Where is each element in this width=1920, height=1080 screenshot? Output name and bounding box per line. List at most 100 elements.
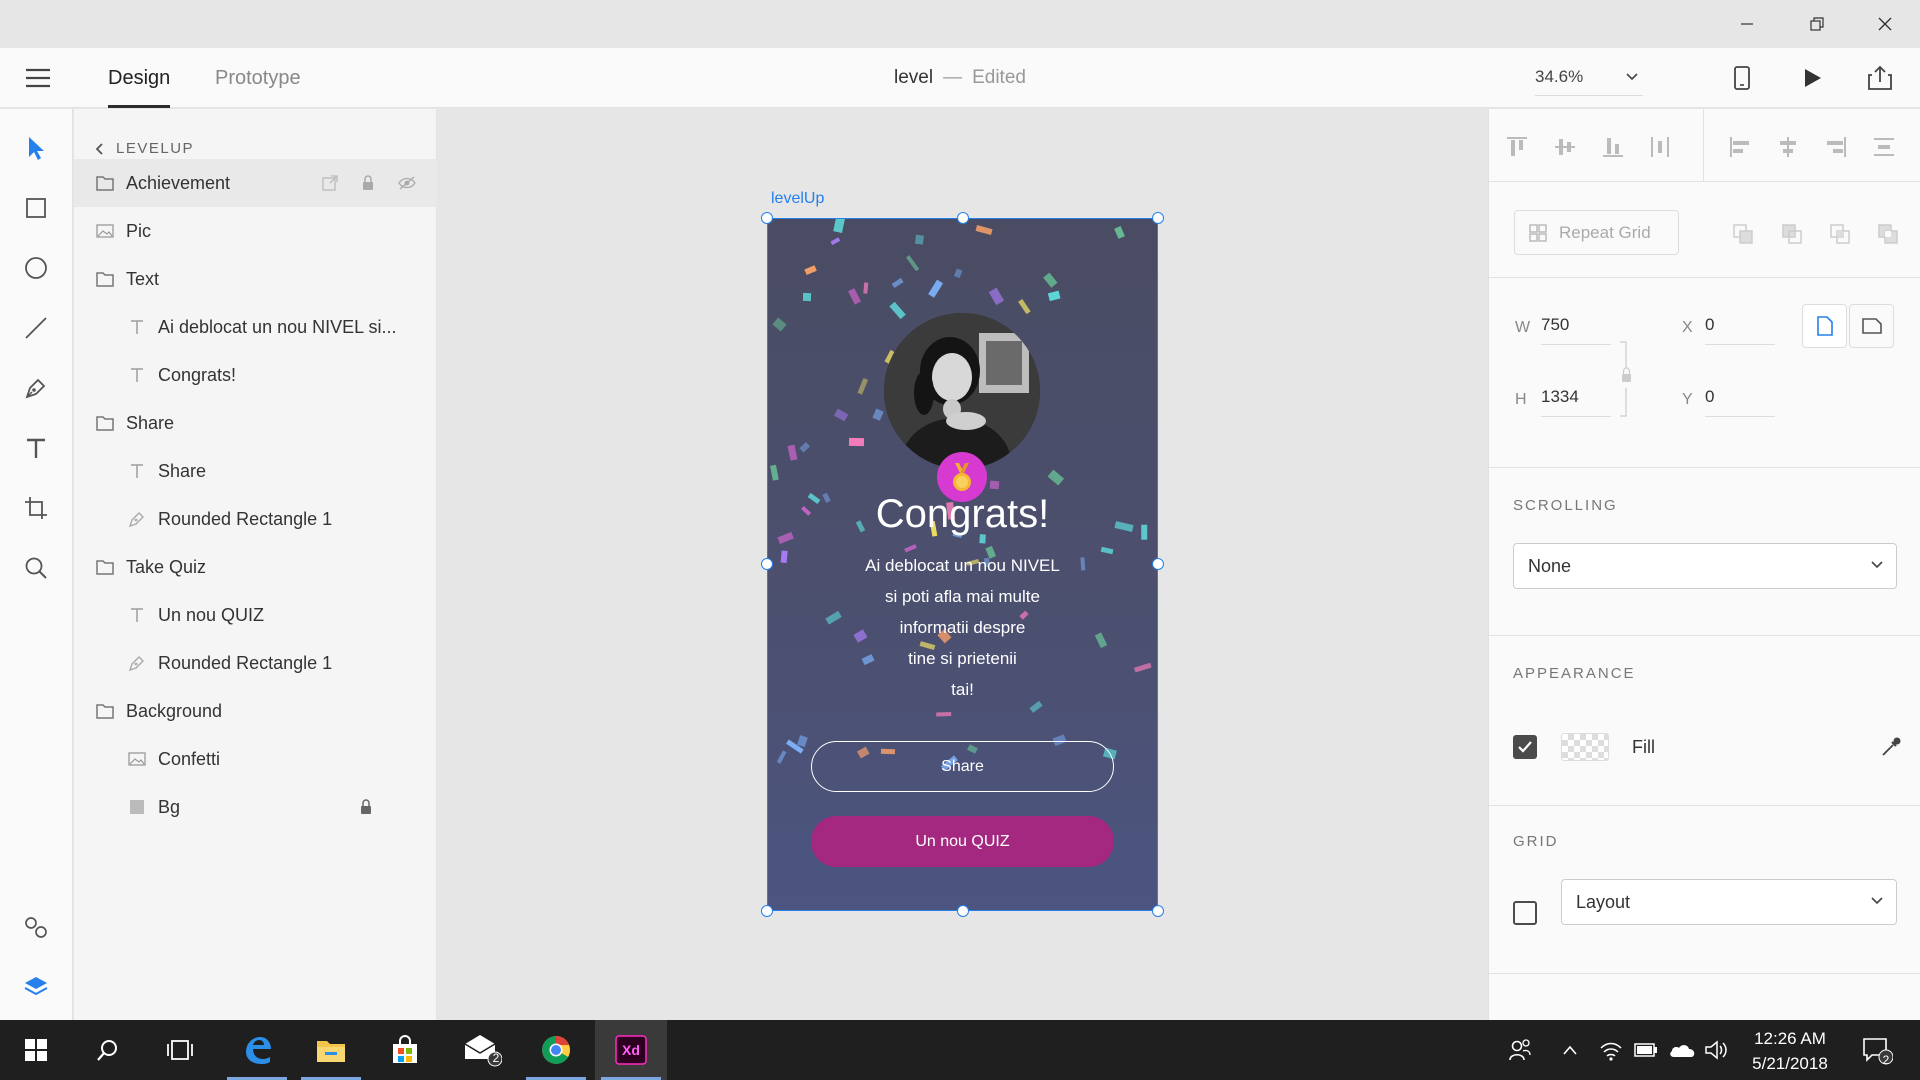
pen-tool-icon[interactable] (20, 372, 52, 404)
landscape-orientation-icon[interactable] (1849, 304, 1894, 348)
adobe-xd-icon[interactable]: Xd (595, 1020, 667, 1080)
layer-item[interactable]: Text (74, 255, 437, 303)
resize-handle[interactable] (1152, 558, 1164, 570)
layer-item[interactable]: Achievement (74, 159, 437, 207)
fill-checkbox[interactable] (1513, 735, 1537, 759)
align-left-icon[interactable] (1726, 133, 1754, 161)
distribute-horizontal-icon[interactable] (1646, 133, 1674, 161)
boolean-add-icon[interactable] (1730, 221, 1756, 247)
battery-icon[interactable] (1630, 1020, 1662, 1080)
x-field[interactable]: 0 (1705, 315, 1775, 345)
layer-item[interactable]: Background (74, 687, 437, 735)
resize-handle[interactable] (761, 212, 773, 224)
close-button[interactable] (1850, 0, 1920, 48)
grid-section-title: GRID (1513, 833, 1559, 850)
repeat-grid-button[interactable]: Repeat Grid (1514, 210, 1679, 255)
boolean-intersect-icon[interactable] (1827, 221, 1853, 247)
confetti-piece (989, 287, 1005, 305)
layers-breadcrumb[interactable]: LEVELUP (94, 140, 194, 157)
resize-handle[interactable] (1152, 905, 1164, 917)
grid-type-dropdown[interactable]: Layout (1561, 879, 1897, 925)
boolean-subtract-icon[interactable] (1779, 221, 1805, 247)
layer-item-label: Background (126, 700, 223, 721)
layer-item[interactable]: Congrats! (74, 351, 437, 399)
layer-item[interactable]: Rounded Rectangle 1 (74, 495, 437, 543)
resize-handle[interactable] (1152, 212, 1164, 224)
mark-for-export-icon[interactable] (321, 174, 339, 192)
layer-item[interactable]: Confetti (74, 735, 437, 783)
people-icon[interactable] (1502, 1020, 1538, 1080)
boolean-exclude-icon[interactable] (1875, 221, 1901, 247)
width-field[interactable]: 750 (1541, 315, 1611, 345)
zoom-tool-icon[interactable] (20, 552, 52, 584)
align-bottom-icon[interactable] (1599, 133, 1627, 161)
rectangle-tool-icon[interactable] (20, 192, 52, 224)
artboard-name[interactable]: levelUp (771, 190, 824, 208)
edge-browser-icon[interactable] (221, 1020, 293, 1080)
layer-item[interactable]: Take Quiz (74, 543, 437, 591)
device-preview-icon[interactable] (1726, 62, 1758, 94)
search-icon[interactable] (72, 1020, 144, 1080)
layer-item[interactable]: Share (74, 447, 437, 495)
eyedropper-icon[interactable] (1879, 735, 1903, 759)
store-icon[interactable] (369, 1020, 441, 1080)
distribute-vertical-icon[interactable] (1870, 133, 1898, 161)
layer-item[interactable]: Un nou QUIZ (74, 591, 437, 639)
resize-handle[interactable] (957, 905, 969, 917)
mail-icon[interactable]: 2 (446, 1020, 518, 1080)
assets-icon[interactable] (20, 911, 52, 943)
file-explorer-icon[interactable] (295, 1020, 367, 1080)
task-view-icon[interactable] (144, 1020, 216, 1080)
line-tool-icon[interactable] (20, 312, 52, 344)
portrait-orientation-icon[interactable] (1802, 304, 1847, 348)
resize-handle[interactable] (957, 212, 969, 224)
align-middle-icon[interactable] (1551, 133, 1579, 161)
folder-icon (94, 268, 116, 290)
layer-actions (321, 159, 417, 207)
select-tool-icon[interactable] (20, 132, 52, 164)
lock-aspect-icon[interactable] (1618, 340, 1631, 420)
play-icon[interactable] (1796, 62, 1828, 94)
align-center-icon[interactable] (1774, 133, 1802, 161)
resize-handle[interactable] (761, 558, 773, 570)
text-tool-icon[interactable] (20, 432, 52, 464)
align-top-icon[interactable] (1503, 133, 1531, 161)
network-icon[interactable] (1595, 1020, 1627, 1080)
windows-start-icon[interactable] (0, 1020, 72, 1080)
share-upload-icon[interactable] (1864, 62, 1896, 94)
resize-handle[interactable] (761, 905, 773, 917)
layer-item[interactable]: Share (74, 399, 437, 447)
restore-button[interactable] (1782, 0, 1852, 48)
lock-icon[interactable] (359, 798, 373, 816)
hide-icon[interactable] (397, 175, 417, 191)
confetti-piece (770, 465, 779, 482)
minimize-button[interactable] (1712, 0, 1782, 48)
layer-item[interactable]: Ai deblocat un nou NIVEL si... (74, 303, 437, 351)
show-hidden-icons-icon[interactable] (1555, 1020, 1585, 1080)
grid-checkbox[interactable] (1513, 901, 1537, 925)
layer-item[interactable]: Bg (74, 783, 437, 831)
layer-item[interactable]: Pic (74, 207, 437, 255)
zoom-dropdown[interactable]: 34.6% (1535, 58, 1643, 96)
y-field[interactable]: 0 (1705, 387, 1775, 417)
artboard-levelup[interactable]: Congrats! Ai deblocat un nou NIVEL si po… (767, 218, 1158, 911)
artboard-tool-icon[interactable] (20, 492, 52, 524)
mail-badge: 2 (492, 1051, 500, 1065)
align-right-icon[interactable] (1822, 133, 1850, 161)
ellipse-tool-icon[interactable] (20, 252, 52, 284)
layer-item-label: Congrats! (158, 364, 237, 385)
layer-item[interactable]: Rounded Rectangle 1 (74, 639, 437, 687)
share-button[interactable]: Share (811, 741, 1114, 792)
system-clock[interactable]: 12:26 AM 5/21/2018 (1730, 1026, 1850, 1076)
chrome-icon[interactable] (520, 1020, 592, 1080)
volume-icon[interactable] (1701, 1020, 1733, 1080)
action-center-icon[interactable]: 2 (1855, 1020, 1899, 1080)
onedrive-icon[interactable] (1665, 1020, 1699, 1080)
height-field[interactable]: 1334 (1541, 387, 1611, 417)
lock-icon[interactable] (361, 174, 375, 192)
layer-item-label: Share (158, 460, 207, 481)
scrolling-dropdown[interactable]: None (1513, 543, 1897, 589)
fill-swatch[interactable] (1561, 733, 1609, 761)
layers-icon[interactable] (20, 971, 52, 1003)
new-quiz-button[interactable]: Un nou QUIZ (811, 816, 1114, 867)
